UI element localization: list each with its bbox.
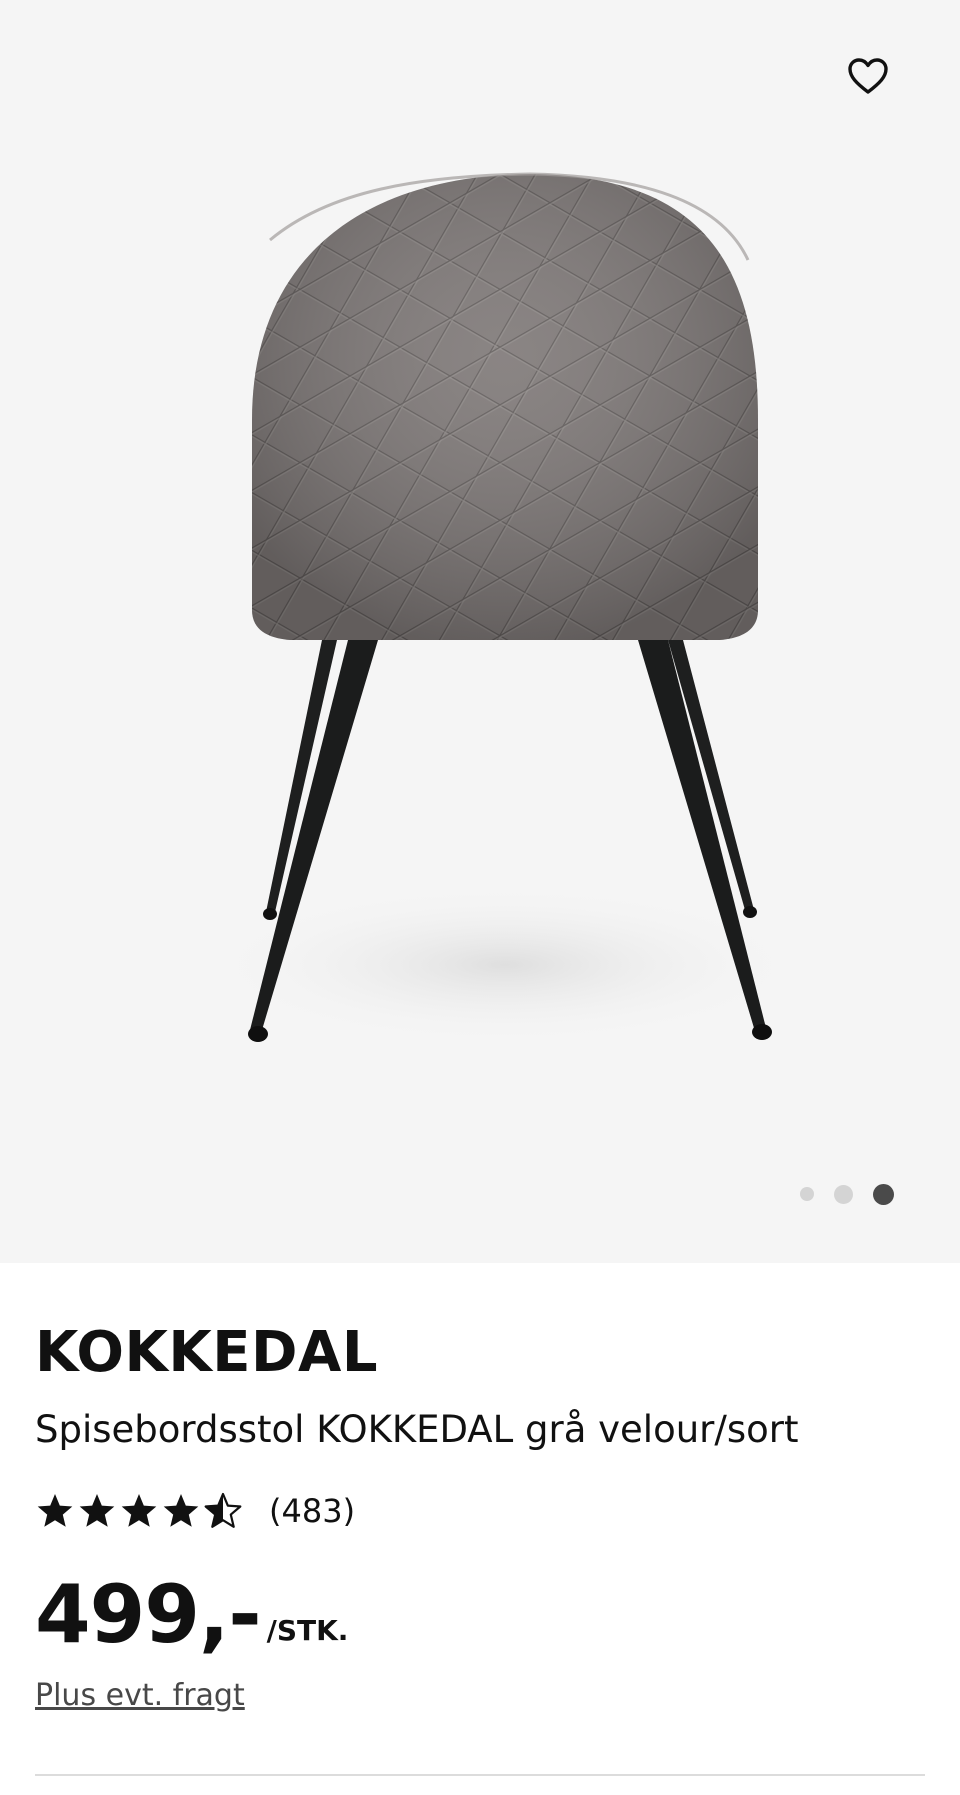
gallery-dot-1[interactable] (800, 1187, 814, 1201)
product-photo-chair (205, 172, 805, 1045)
gallery-dot-3-active[interactable] (873, 1183, 894, 1205)
star-full-icon (79, 1494, 115, 1527)
gallery-pagination (800, 1182, 894, 1206)
heart-outline-icon (848, 58, 888, 94)
product-description: Spisebordsstol KOKKEDAL grå velour/sort (35, 1408, 799, 1451)
price-row: 499,- /STK. (35, 1575, 348, 1655)
star-half-icon (204, 1492, 242, 1528)
product-image-gallery[interactable] (0, 0, 960, 1263)
price-unit: /STK. (266, 1614, 349, 1647)
rating-stars (35, 1491, 245, 1531)
price: 499,- (35, 1568, 262, 1661)
star-full-icon (163, 1494, 199, 1527)
product-rating[interactable]: (483) (35, 1491, 355, 1531)
star-full-icon (121, 1494, 157, 1527)
section-divider (35, 1774, 925, 1776)
favorite-button[interactable] (834, 42, 902, 110)
star-full-icon (37, 1494, 73, 1527)
freight-link[interactable]: Plus evt. fragt (35, 1681, 245, 1711)
product-name: KOKKEDAL (35, 1320, 379, 1385)
review-count: (483) (269, 1492, 356, 1530)
gallery-dot-2[interactable] (834, 1184, 853, 1204)
